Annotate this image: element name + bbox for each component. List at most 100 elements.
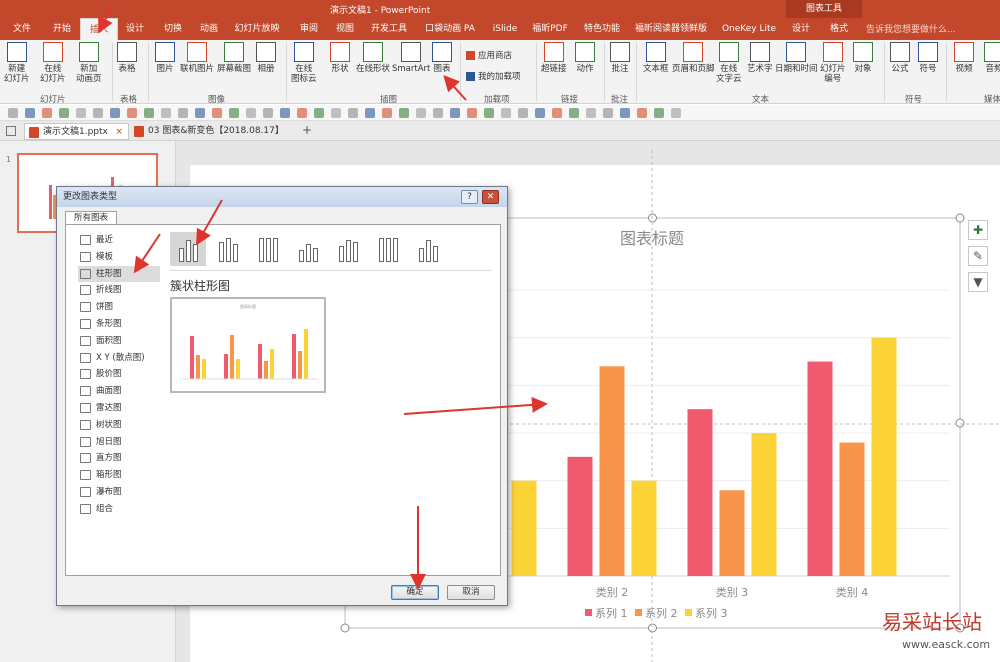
template-icon [80,251,91,262]
category-label: 曲面图 [96,386,122,397]
preview-title: 图表标题 [240,303,256,309]
watermark-url: www.easck.com [902,638,991,651]
filter-icon: ▼ [973,275,983,289]
category-column-chart[interactable]: 柱形图 [78,265,160,282]
category-bar-chart[interactable]: 条形图 [78,316,160,332]
category-combo-chart[interactable]: 组合 [78,501,160,517]
help-button[interactable]: ? [461,190,478,204]
category-surface-chart[interactable]: 曲面图 [78,383,160,399]
legend-entry[interactable]: 系列 1 [595,606,628,620]
legend-swatch [685,609,692,616]
subtype-3d-column[interactable] [410,232,446,266]
close-button[interactable]: ✕ [482,190,499,204]
preview-bar [230,335,234,379]
subtype-3d-clustered-column[interactable] [290,232,326,266]
preview-bar [298,351,302,379]
category-label: 饼图 [96,302,114,313]
category-label: 类别 2 [596,585,629,599]
bar-2-0[interactable] [687,409,713,576]
scatter-chart-icon [80,352,91,363]
preview-bar [190,336,194,379]
bar-0-2[interactable] [511,480,537,576]
legend-entry[interactable]: 系列 2 [645,606,678,620]
chart-elements-button[interactable]: ✚ [968,220,988,240]
chart-title[interactable]: 图表标题 [620,229,684,248]
bar-1-2[interactable] [631,480,657,576]
chart-preview: 图表标题 [170,297,326,393]
treemap-chart-icon [80,419,91,430]
category-label: 柱形图 [96,268,122,279]
combo-chart-icon [80,503,91,514]
category-label: 股价图 [96,369,122,380]
category-sunburst-chart[interactable]: 旭日图 [78,434,160,450]
category-radar-chart[interactable]: 雷达图 [78,400,160,416]
preview-bar [264,361,268,379]
resize-handle[interactable] [340,623,350,633]
category-label: 最近 [96,235,114,245]
brush-icon: ✎ [972,249,984,263]
preview-bar [196,355,200,379]
subtype-3d-stacked-column[interactable] [330,232,366,266]
bar-1-0[interactable] [567,456,593,576]
subtype-clustered-column[interactable] [170,232,206,266]
category-line-chart[interactable]: 折线图 [78,282,160,298]
category-label: 折线图 [96,285,122,296]
category-scatter-chart[interactable]: X Y (散点图) [78,350,160,366]
category-histogram-chart[interactable]: 直方图 [78,450,160,466]
resize-handle[interactable] [955,418,965,428]
area-chart-icon [80,335,91,346]
category-area-chart[interactable]: 面积图 [78,333,160,349]
category-recent[interactable]: 最近 [78,232,160,248]
category-waterfall-chart[interactable]: 瀑布图 [78,484,160,500]
bar-3-2[interactable] [871,337,897,576]
legend-swatch [635,609,642,616]
chart-filters-button[interactable]: ▼ [968,272,988,292]
category-box-chart[interactable]: 箱形图 [78,467,160,483]
category-label: X Y (散点图) [96,352,145,363]
histogram-chart-icon [80,453,91,464]
category-treemap-chart[interactable]: 树状图 [78,417,160,433]
subtype-name: 簇状柱形图 [170,279,231,293]
category-template[interactable]: 模板 [78,249,160,265]
divider [170,270,492,271]
category-label: 箱形图 [96,470,122,481]
resize-handle[interactable] [955,213,965,223]
waterfall-chart-icon [80,487,91,497]
category-label: 类别 3 [716,585,749,599]
legend-entry[interactable]: 系列 3 [695,606,728,620]
chart-styles-button[interactable]: ✎ [968,246,988,266]
change-chart-type-dialog: 更改图表类型 ? ✕ 所有图表 最近 模板 柱形图 折线图 饼图 条形图 面积图 X Y (散… [56,186,508,606]
category-label: 旭日图 [96,436,122,447]
plus-icon: ✚ [972,223,984,237]
category-label: 模板 [96,251,114,262]
bar-chart-icon [80,319,91,329]
pie-chart-icon [80,302,91,313]
watermark-brand: 易采站长站 [882,610,982,634]
subtype-stacked-column[interactable] [210,232,246,266]
category-pie-chart[interactable]: 饼图 [78,299,160,315]
tab-all-charts[interactable]: 所有图表 [65,211,117,225]
surface-chart-icon [80,386,91,397]
cancel-button[interactable]: 取消 [447,585,495,600]
powerpoint-window: 演示文稿1 - PowerPoint 图表工具 文件 开始 插入 设计 切换 动画 幻灯片放… [0,0,1000,662]
category-label: 组合 [96,503,114,514]
bar-3-0[interactable] [807,361,833,577]
subtype-percent-stacked-column[interactable] [250,232,286,266]
preview-bar [202,359,206,379]
category-label: 树状图 [96,419,122,430]
category-stock-chart[interactable]: 股价图 [78,366,160,382]
bar-2-2[interactable] [751,433,777,576]
bar-1-1[interactable] [599,366,625,576]
stock-chart-icon [80,369,91,380]
dialog-body: 最近模板柱形图折线图饼图条形图 面积图 X Y (散点图) 股价图曲面图雷达图树状图旭… [65,224,501,576]
ok-button[interactable]: 确定 [391,585,439,600]
preview-bar [270,349,274,379]
preview-bar [292,334,296,379]
box-chart-icon [80,470,91,481]
preview-bar [236,359,240,379]
subtype-3d-percent-stacked-column[interactable] [370,232,406,266]
line-chart-icon [80,285,91,296]
bar-3-1[interactable] [839,442,865,576]
bar-2-1[interactable] [719,490,745,576]
preview-bar [304,329,308,379]
